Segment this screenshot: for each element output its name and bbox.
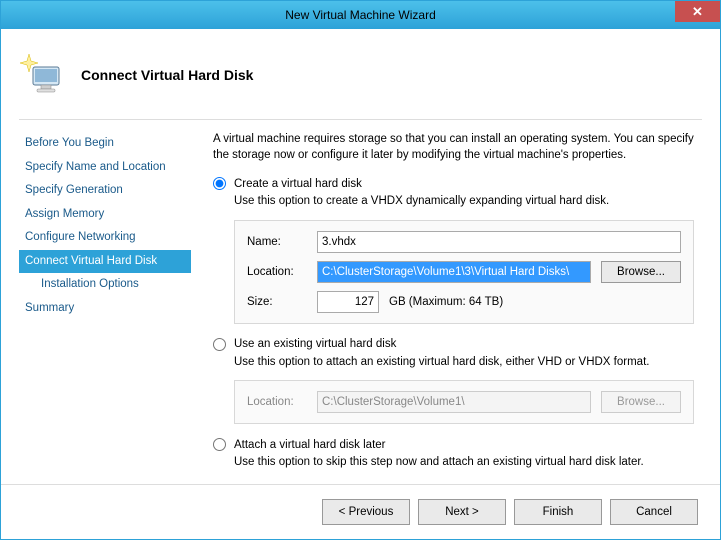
next-button[interactable]: Next >: [418, 499, 506, 525]
option-attach-later-desc: Use this option to skip this step now an…: [234, 455, 694, 471]
option-create-vhd-desc: Use this option to create a VHDX dynamic…: [234, 194, 694, 210]
wizard-body: Before You Begin Specify Name and Locati…: [1, 120, 720, 484]
existing-location-label: Location:: [247, 396, 307, 408]
existing-location-input: [317, 391, 591, 413]
wizard-footer: < Previous Next > Finish Cancel: [1, 484, 720, 539]
radio-create-vhd[interactable]: [213, 177, 226, 190]
option-use-existing-desc: Use this option to attach an existing vi…: [234, 355, 694, 371]
window-title: New Virtual Machine Wizard: [285, 8, 436, 22]
wizard-window: New Virtual Machine Wizard ✕ Connect Vir…: [0, 0, 721, 540]
close-button[interactable]: ✕: [675, 1, 720, 22]
radio-attach-later-label: Attach a virtual hard disk later: [234, 439, 386, 451]
sidebar-item-connect-vhd[interactable]: Connect Virtual Hard Disk: [19, 250, 191, 274]
browse-existing-button: Browse...: [601, 391, 681, 413]
sidebar-item-assign-memory[interactable]: Assign Memory: [19, 203, 191, 227]
wizard-icon: [19, 51, 67, 99]
sidebar-item-before-you-begin[interactable]: Before You Begin: [19, 132, 191, 156]
sidebar-item-summary[interactable]: Summary: [19, 297, 191, 321]
sidebar-item-configure-networking[interactable]: Configure Networking: [19, 226, 191, 250]
wizard-sidebar: Before You Begin Specify Name and Locati…: [1, 132, 191, 484]
radio-attach-later[interactable]: [213, 438, 226, 451]
previous-button[interactable]: < Previous: [322, 499, 410, 525]
option-use-existing: Use an existing virtual hard disk Use th…: [213, 338, 694, 425]
use-existing-panel: Location: Browse...: [234, 380, 694, 424]
create-vhd-panel: Name: Location: Browse... Size: GB (Maxi…: [234, 220, 694, 324]
vhd-name-input[interactable]: [317, 231, 681, 253]
size-label: Size:: [247, 296, 307, 308]
finish-button[interactable]: Finish: [514, 499, 602, 525]
vhd-location-input[interactable]: [317, 261, 591, 283]
intro-text: A virtual machine requires storage so th…: [213, 132, 694, 163]
sidebar-item-installation-options[interactable]: Installation Options: [19, 273, 191, 297]
wizard-header: Connect Virtual Hard Disk: [1, 29, 720, 111]
radio-use-existing[interactable]: [213, 338, 226, 351]
name-label: Name:: [247, 236, 307, 248]
radio-create-vhd-label: Create a virtual hard disk: [234, 178, 362, 190]
sidebar-item-specify-name[interactable]: Specify Name and Location: [19, 156, 191, 180]
browse-button[interactable]: Browse...: [601, 261, 681, 283]
titlebar[interactable]: New Virtual Machine Wizard ✕: [1, 1, 720, 29]
option-attach-later: Attach a virtual hard disk later Use thi…: [213, 438, 694, 471]
vhd-size-input[interactable]: [317, 291, 379, 313]
radio-use-existing-label: Use an existing virtual hard disk: [234, 338, 396, 350]
size-unit-text: GB (Maximum: 64 TB): [389, 296, 503, 308]
location-label: Location:: [247, 266, 307, 278]
wizard-content: A virtual machine requires storage so th…: [191, 132, 720, 484]
close-icon: ✕: [692, 4, 703, 20]
cancel-button[interactable]: Cancel: [610, 499, 698, 525]
option-create-vhd: Create a virtual hard disk Use this opti…: [213, 177, 694, 324]
page-title: Connect Virtual Hard Disk: [81, 67, 253, 83]
sidebar-item-specify-generation[interactable]: Specify Generation: [19, 179, 191, 203]
